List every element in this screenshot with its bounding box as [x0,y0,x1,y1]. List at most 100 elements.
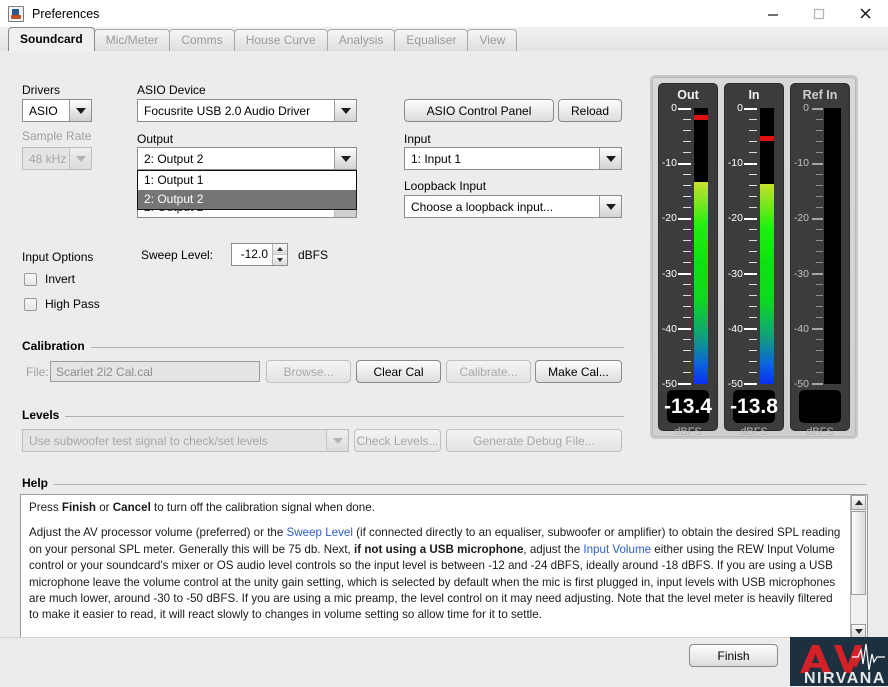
meter-in-peak-indicator [760,136,774,141]
asio-device-combo-value: Focusrite USB 2.0 Audio Driver [144,103,311,118]
asio-device-label: ASIO Device [137,83,206,97]
input-combo[interactable]: 1: Input 1 [404,147,622,170]
window-controls [750,0,888,27]
calibration-file-label: File: [26,365,49,379]
tab-mic-meter[interactable]: Mic/Meter [93,29,171,51]
input-label: Input [404,132,431,146]
invert-checkbox[interactable]: Invert [24,272,75,286]
output-option-1[interactable]: 2: Output 2 [138,190,356,209]
output-option-0[interactable]: 1: Output 1 [138,171,356,190]
chevron-down-icon [334,148,356,169]
tab-view[interactable]: View [467,29,518,51]
stepper-arrows[interactable] [272,244,287,265]
tab-equaliser[interactable]: Equaliser [394,29,469,51]
loopback-input-label: Loopback Input [404,179,487,193]
calibration-file-value: Scarlet 2i2 Cal.cal [56,364,153,379]
maximize-button[interactable] [796,0,842,27]
meter-out-units: dBFS [674,426,702,438]
high-pass-checkbox[interactable]: High Pass [24,297,100,311]
make-cal-button[interactable]: Make Cal... [535,360,622,383]
help-paragraph-1: Press Finish or Cancel to turn off the c… [29,501,375,514]
meter-in: In 0 -10 -20 -30 -40 -50 -13.8 dBFS [724,83,784,438]
meter-out-peak-indicator [694,115,708,120]
meter-ref-in-scale: 0 -10 -20 -30 -40 -50 [794,102,823,390]
sweep-level-link[interactable]: Sweep Level [287,526,353,539]
chevron-down-icon [599,196,621,217]
scroll-up-icon[interactable] [851,495,866,510]
chevron-down-icon [599,148,621,169]
close-button[interactable] [842,0,888,27]
chevron-down-icon [326,430,348,451]
tab-analysis[interactable]: Analysis [326,29,396,51]
calibrate-button: Calibrate... [446,360,531,383]
meter-in-units: dBFS [740,426,768,438]
drivers-combo-value: ASIO [29,103,58,118]
meter-in-scale: 0 -10 -20 -30 -40 -50 [728,102,757,390]
input-combo-value: 1: Input 1 [411,151,462,166]
invert-label: Invert [45,272,76,286]
drivers-combo[interactable]: ASIO [22,99,92,122]
meter-in-fill [760,184,774,384]
preferences-window: Preferences Soundcard Mic/Meter Comms Ho… [0,0,888,687]
meter-ref-in-readout [799,390,841,423]
meter-ref-in-units: dBFS [806,426,834,438]
level-meters-panel: Out 0 -10 -20 -30 -40 -50 -13.4 dBFS In … [650,75,858,439]
tab-house-curve[interactable]: House Curve [233,29,328,51]
meter-out-title: Out [677,88,699,102]
minimize-button[interactable] [750,0,796,27]
test-signal-value: Use subwoofer test signal to check/set l… [29,433,268,448]
chevron-down-icon [69,100,91,121]
output-dropdown-popup[interactable]: 1: Output 1 2: Output 2 [137,170,357,210]
clear-cal-button[interactable]: Clear Cal [356,360,441,383]
sweep-level-units: dBFS [298,248,329,262]
output-combo[interactable]: 2: Output 2 [137,147,357,170]
calibration-file-field[interactable]: Scarlet 2i2 Cal.cal [50,361,260,382]
loopback-input-combo[interactable]: Choose a loopback input... [404,195,622,218]
tab-soundcard[interactable]: Soundcard [8,27,95,51]
av-nirvana-logo: NIRVANA [790,637,888,686]
help-paragraph-2: Adjust the AV processor volume (preferre… [29,526,841,622]
help-scrollbar[interactable] [850,495,867,639]
input-volume-link[interactable]: Input Volume [583,543,651,556]
checkbox-box-icon [24,297,37,311]
svg-text:NIRVANA: NIRVANA [804,670,886,686]
browse-button: Browse... [266,360,351,383]
tab-bar: Soundcard Mic/Meter Comms House Curve An… [0,27,888,52]
meter-in-readout: -13.8 [730,390,778,423]
help-text-panel: Press Finish or Cancel to turn off the c… [20,494,868,640]
help-group-title: Help [22,476,55,490]
meter-out-fill [694,182,708,384]
loopback-combo-value: Choose a loopback input... [411,199,554,214]
tab-comms[interactable]: Comms [169,29,235,51]
meter-in-bar [760,108,774,384]
meter-ref-in: Ref In 0 -10 -20 -30 -40 -50 dBFS [790,83,850,438]
window-title: Preferences [32,6,100,21]
title-bar: Preferences [0,0,888,28]
levels-group-title: Levels [22,408,66,422]
meter-in-title: In [748,88,760,102]
help-text-content: Press Finish or Cancel to turn off the c… [29,500,845,633]
finish-button[interactable]: Finish [689,644,778,667]
meter-out: Out 0 -10 -20 -30 -40 -50 -13.4 dBFS [658,83,718,438]
soundcard-panel: Drivers ASIO Sample Rate 48 kHz ASIO Dev… [0,51,888,640]
reload-button[interactable]: Reload [558,99,622,122]
sweep-level-stepper[interactable]: -12.0 [231,243,288,266]
sample-rate-combo-value: 48 kHz [29,151,67,166]
checkbox-box-icon [24,272,37,286]
asio-device-combo[interactable]: Focusrite USB 2.0 Audio Driver [137,99,357,122]
check-levels-button: Check Levels... [354,429,441,452]
scrollbar-thumb[interactable] [851,511,866,595]
output-combo-value: 2: Output 2 [144,151,204,166]
high-pass-label: High Pass [45,297,100,311]
generate-debug-file-button: Generate Debug File... [446,429,622,452]
asio-control-panel-button[interactable]: ASIO Control Panel [404,99,554,122]
stepper-down-icon[interactable] [273,255,287,265]
meter-out-readout: -13.4 [664,390,712,423]
meter-ref-in-title: Ref In [802,88,838,102]
sweep-level-value: -12.0 [240,247,268,261]
meter-out-bar [694,108,708,384]
sweep-level-label: Sweep Level: [141,248,214,262]
java-coffee-cup-icon [8,5,24,22]
stepper-up-icon[interactable] [273,244,287,255]
chevron-down-icon [334,100,356,121]
